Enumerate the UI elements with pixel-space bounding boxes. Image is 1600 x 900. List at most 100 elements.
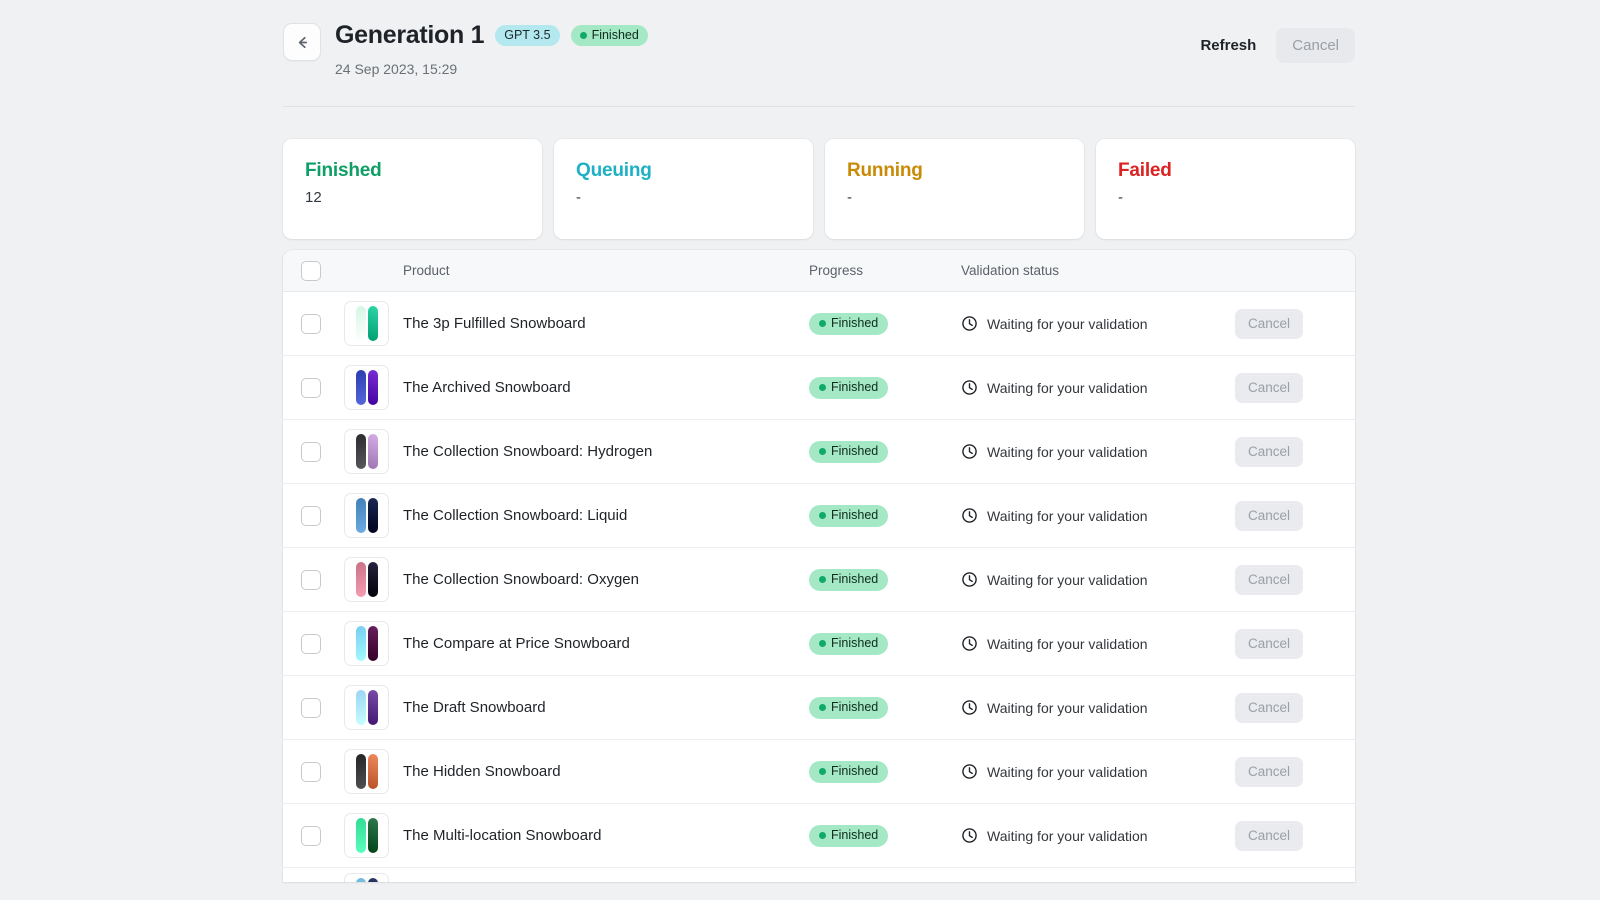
snowboard-graphic (367, 434, 378, 469)
title-block: Generation 1 GPT 3.5 Finished 24 Sep 202… (335, 18, 648, 78)
validation-status-cell: Waiting for your validation (961, 507, 1235, 525)
thumbnail-cell (344, 365, 403, 410)
row-actions-cell: Cancel (1235, 628, 1355, 659)
stat-card-finished: Finished 12 (283, 139, 542, 239)
table-row[interactable]: The Draft Snowboard Finished Waiting for y… (283, 676, 1355, 740)
row-cancel-button[interactable]: Cancel (1235, 308, 1304, 339)
clock-icon (961, 635, 978, 652)
progress-badge: Finished (809, 696, 889, 719)
clock-icon (961, 699, 978, 716)
validation-status-cell: Waiting for your validation (961, 379, 1235, 397)
status-badge: Finished (570, 24, 648, 46)
table-row[interactable]: The Multi-location Snowboard Finished Wait… (283, 804, 1355, 868)
row-checkbox[interactable] (301, 313, 321, 334)
row-cancel-button[interactable]: Cancel (1235, 756, 1304, 787)
progress-badge-label: Finished (831, 380, 879, 395)
product-name-cell: The Collection Snowboard: Oxygen (403, 570, 809, 590)
product-thumbnail (344, 557, 389, 602)
arrow-left-icon (294, 34, 311, 51)
validation-status-cell: Waiting for your validation (961, 443, 1235, 461)
generation-timestamp: 24 Sep 2023, 15:29 (335, 61, 458, 77)
product-name: The Compare at Price Snowboard (403, 634, 630, 652)
row-actions-cell: Cancel (1235, 436, 1355, 467)
table-row[interactable]: The Hidden Snowboard Finished Waiting for … (283, 740, 1355, 804)
validation-status-cell: Waiting for your validation (961, 571, 1235, 589)
status-summary-cards: Finished 12 Queuing - Running - Failed - (283, 139, 1355, 239)
model-badge: GPT 3.5 (495, 24, 560, 46)
table-row[interactable]: The Archived Snowboard Finished Waiting fo… (283, 356, 1355, 420)
table-row[interactable]: The Collection Snowboard: Hydrogen Finish… (283, 420, 1355, 484)
table-row[interactable]: The Compare at Price Snowboard Finished Wa… (283, 612, 1355, 676)
progress-column-header: Progress (809, 262, 961, 280)
stat-card-running: Running - (825, 139, 1084, 239)
product-name-cell: The Hidden Snowboard (403, 762, 809, 782)
thumbnail-cell (344, 621, 403, 666)
stat-card-label: Failed (1118, 160, 1172, 181)
product-name-cell: The Collection Snowboard: Liquid (403, 506, 809, 526)
select-all-checkbox[interactable] (301, 260, 321, 281)
snowboard-graphic (355, 878, 366, 882)
product-thumbnail (344, 621, 389, 666)
row-actions-cell: Cancel (1235, 820, 1355, 851)
validation-column-label: Validation status (961, 262, 1060, 278)
row-cancel-button[interactable]: Cancel (1235, 820, 1304, 851)
row-checkbox[interactable] (301, 761, 321, 782)
product-column-header: Product (403, 262, 809, 280)
clock-icon (961, 443, 978, 460)
row-cancel-button[interactable]: Cancel (1235, 372, 1304, 403)
row-checkbox[interactable] (301, 505, 321, 526)
row-cancel-button[interactable]: Cancel (1235, 564, 1304, 595)
row-cancel-button[interactable]: Cancel (1235, 436, 1304, 467)
product-name: The Multi-location Snowboard (403, 826, 602, 844)
row-checkbox[interactable] (301, 377, 321, 398)
row-cancel-button[interactable]: Cancel (1235, 628, 1304, 659)
select-all-cell (283, 260, 344, 281)
status-dot-icon (819, 832, 826, 839)
thumbnail-cell (344, 429, 403, 474)
progress-cell: Finished (809, 504, 961, 527)
row-checkbox[interactable] (301, 825, 321, 846)
row-select-cell (283, 569, 344, 590)
snowboard-graphic (355, 690, 366, 725)
table-row[interactable]: The 3p Fulfilled Snowboard Finished Waitin… (283, 292, 1355, 356)
product-thumbnail (344, 873, 389, 882)
row-checkbox[interactable] (301, 697, 321, 718)
validation-status-text: Waiting for your validation (987, 315, 1148, 332)
refresh-button[interactable]: Refresh (1184, 28, 1272, 63)
generation-items-table: Product Progress Validation status The 3… (283, 250, 1355, 882)
clock-icon (961, 763, 978, 780)
progress-badge-label: Finished (831, 828, 879, 843)
table-row[interactable]: The Collection Snowboard: Oxygen Finished… (283, 548, 1355, 612)
validation-status-cell: Waiting for your validation (961, 315, 1235, 333)
product-name-cell: The Compare at Price Snowboard (403, 634, 809, 654)
row-checkbox[interactable] (301, 441, 321, 462)
product-name: The Collection Snowboard: Oxygen (403, 570, 639, 588)
clock-icon (961, 571, 978, 588)
status-dot-icon (819, 640, 826, 647)
product-thumbnail (344, 365, 389, 410)
snowboard-graphic (355, 370, 366, 405)
row-checkbox[interactable] (301, 569, 321, 590)
table-row[interactable]: The Collection Snowboard: Liquid Finished… (283, 484, 1355, 548)
table-row-partial[interactable] (283, 868, 1355, 882)
validation-status-text: Waiting for your validation (987, 443, 1148, 460)
row-cancel-button[interactable]: Cancel (1235, 500, 1304, 531)
progress-cell: Finished (809, 760, 961, 783)
status-badge-label: Finished (591, 27, 639, 42)
table-body: The 3p Fulfilled Snowboard Finished Waitin… (283, 292, 1355, 882)
stat-card-value: - (576, 189, 581, 206)
progress-badge-label: Finished (831, 636, 879, 651)
row-checkbox[interactable] (301, 633, 321, 654)
progress-badge: Finished (809, 440, 889, 463)
snowboard-graphic (367, 498, 378, 533)
progress-badge: Finished (809, 760, 889, 783)
cancel-generation-button[interactable]: Cancel (1276, 28, 1355, 63)
back-button[interactable] (283, 23, 321, 61)
product-name-cell: The Draft Snowboard (403, 698, 809, 718)
row-cancel-button[interactable]: Cancel (1235, 692, 1304, 723)
stat-card-label: Queuing (576, 160, 652, 181)
page-header: Generation 1 GPT 3.5 Finished 24 Sep 202… (283, 0, 1355, 78)
product-name: The Archived Snowboard (403, 378, 571, 396)
progress-cell: Finished (809, 824, 961, 847)
progress-badge: Finished (809, 312, 889, 335)
